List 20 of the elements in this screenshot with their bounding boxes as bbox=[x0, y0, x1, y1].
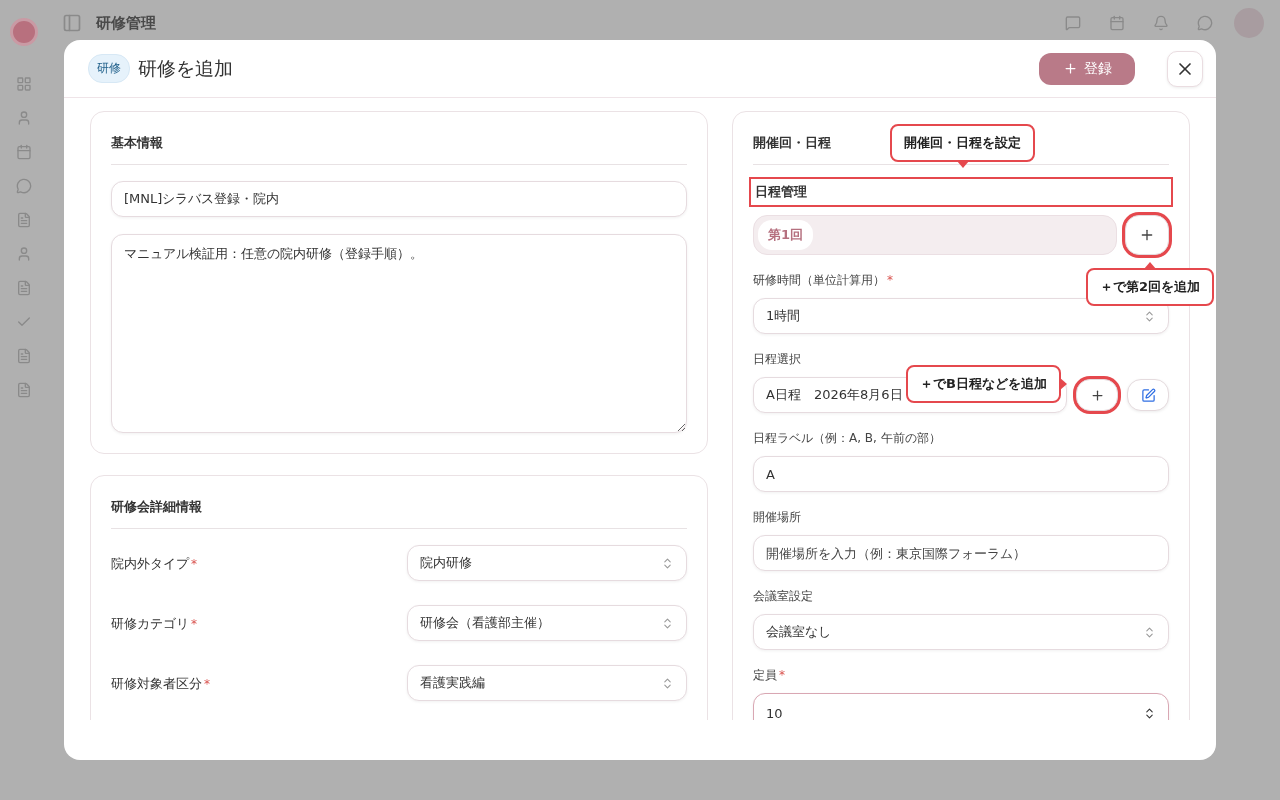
category-badge: 研修 bbox=[88, 54, 130, 83]
required-mark: * bbox=[191, 557, 197, 571]
field-label: 日程選択 bbox=[753, 352, 801, 366]
field-label: 日程ラベル（例：A, B, 午前の部） bbox=[753, 431, 941, 445]
section-heading: 研修会詳細情報 bbox=[111, 496, 687, 529]
section-heading: 基本情報 bbox=[111, 132, 687, 165]
field-label: 会議室設定 bbox=[753, 589, 813, 603]
dialog-title: 研修を追加 bbox=[138, 55, 234, 81]
field-label: 定員 bbox=[753, 668, 777, 682]
page-title: 研修管理 bbox=[96, 13, 157, 33]
required-mark: * bbox=[204, 677, 210, 691]
field-label: 研修カテゴリ bbox=[111, 616, 189, 631]
field-label: 研修時間（単位計算用） bbox=[753, 273, 885, 287]
required-mark: * bbox=[191, 617, 197, 631]
required-mark: * bbox=[887, 273, 893, 287]
field-label: 開催場所 bbox=[753, 510, 801, 524]
required-mark: * bbox=[779, 668, 785, 682]
subsection-title: 日程管理 bbox=[749, 177, 1173, 207]
field-label: 研修対象者区分 bbox=[111, 676, 202, 691]
field-label: 院内外タイプ bbox=[111, 556, 189, 571]
